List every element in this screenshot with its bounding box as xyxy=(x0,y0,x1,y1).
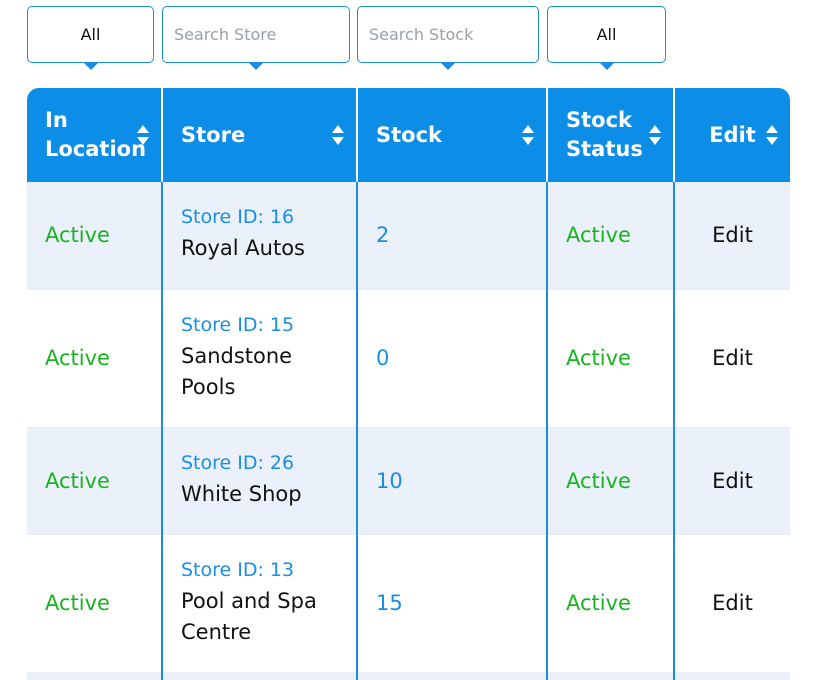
empty-cell xyxy=(673,672,790,680)
sort-arrows-icon[interactable] xyxy=(766,124,778,146)
store-cell: Store ID: 16 Royal Autos xyxy=(161,182,357,290)
stock-status-filter-value: All xyxy=(596,25,617,44)
empty-cell xyxy=(356,672,547,680)
caret-down-icon xyxy=(598,62,615,70)
stock-search-input[interactable]: Search Stock xyxy=(357,6,539,70)
caret-down-icon xyxy=(248,62,264,70)
caret-down-icon xyxy=(440,62,456,70)
table-header-row: In Location Store Stock Stock Status Edi… xyxy=(27,88,790,182)
in-location-cell: Active xyxy=(27,427,162,535)
store-search-placeholder: Search Store xyxy=(174,25,277,44)
sort-arrows-icon[interactable] xyxy=(649,124,661,146)
empty-cell xyxy=(546,672,674,680)
in-location-cell: Active xyxy=(27,289,162,428)
stock-table: In Location Store Stock Stock Status Edi… xyxy=(27,88,790,680)
stock-cell: 10 xyxy=(356,427,547,535)
stock-search-placeholder: Search Stock xyxy=(369,25,474,44)
store-id: Store ID: 13 xyxy=(181,558,295,581)
stock-cell: 2 xyxy=(356,182,547,290)
header-stock[interactable]: Stock xyxy=(356,88,547,182)
header-stock-status[interactable]: Stock Status xyxy=(546,88,674,182)
stock-cell: 15 xyxy=(356,534,547,673)
stock-status-filter-select[interactable]: All xyxy=(547,6,666,70)
table-row: Active Store ID: 15 Sandstone Pools 0 Ac… xyxy=(27,289,790,428)
in-location-filter-select[interactable]: All xyxy=(27,6,154,70)
store-id: Store ID: 26 xyxy=(181,451,295,474)
store-cell: Store ID: 15 Sandstone Pools xyxy=(161,289,357,428)
empty-cell xyxy=(27,672,162,680)
edit-link[interactable]: Edit xyxy=(673,182,790,290)
store-cell: Store ID: 13 Pool and Spa Centre xyxy=(161,534,357,673)
table-row: Active Store ID: 26 White Shop 10 Active… xyxy=(27,427,790,535)
store-search-input[interactable]: Search Store xyxy=(162,6,350,70)
header-label: In Location xyxy=(45,108,147,161)
stock-table-container: In Location Store Stock Stock Status Edi… xyxy=(27,88,790,680)
stock-status-cell: Active xyxy=(546,427,674,535)
header-label: Edit xyxy=(709,122,756,147)
in-location-cell: Active xyxy=(27,534,162,673)
store-cell: Store ID: 26 White Shop xyxy=(161,427,357,535)
sort-arrows-icon[interactable] xyxy=(522,124,534,146)
store-name: Sandstone Pools xyxy=(181,343,293,399)
stock-status-cell: Active xyxy=(546,534,674,673)
stock-status-cell: Active xyxy=(546,182,674,290)
table-row-partial xyxy=(27,672,790,680)
sort-arrows-icon[interactable] xyxy=(137,124,149,146)
table-row: Active Store ID: 13 Pool and Spa Centre … xyxy=(27,534,790,673)
edit-link[interactable]: Edit xyxy=(673,427,790,535)
store-name: White Shop xyxy=(181,481,302,506)
sort-arrows-icon[interactable] xyxy=(332,124,344,146)
stock-cell: 0 xyxy=(356,289,547,428)
header-label: Stock Status xyxy=(566,108,643,161)
store-id: Store ID: 16 xyxy=(181,206,295,229)
empty-cell xyxy=(161,672,357,680)
header-label: Stock xyxy=(376,122,443,147)
edit-link[interactable]: Edit xyxy=(673,534,790,673)
header-in-location[interactable]: In Location xyxy=(27,88,162,182)
table-row: Active Store ID: 16 Royal Autos 2 Active… xyxy=(27,182,790,290)
header-label: Store xyxy=(181,122,246,147)
edit-link[interactable]: Edit xyxy=(673,289,790,428)
store-name: Royal Autos xyxy=(181,236,306,261)
header-edit[interactable]: Edit xyxy=(673,88,790,182)
in-location-cell: Active xyxy=(27,182,162,290)
in-location-filter-value: All xyxy=(80,25,101,44)
filter-bar: All Search Store Search Stock All xyxy=(0,0,827,80)
store-id: Store ID: 15 xyxy=(181,313,295,336)
store-name: Pool and Spa Centre xyxy=(181,588,317,644)
stock-status-cell: Active xyxy=(546,289,674,428)
caret-down-icon xyxy=(82,62,99,70)
header-store[interactable]: Store xyxy=(161,88,357,182)
